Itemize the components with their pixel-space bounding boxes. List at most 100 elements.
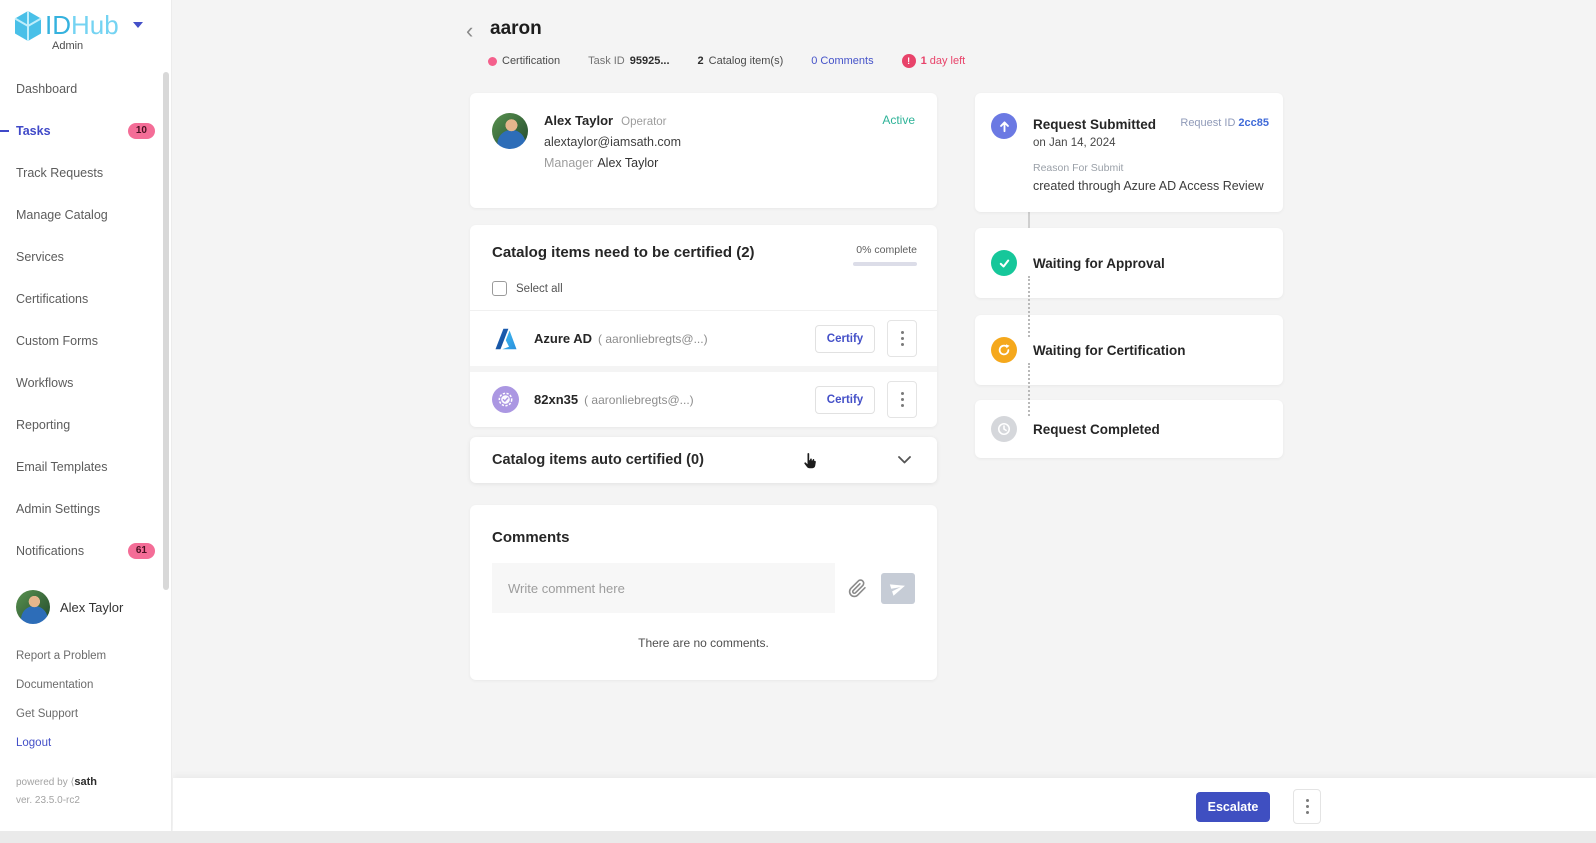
sidebar-item-services[interactable]: Services xyxy=(0,236,171,278)
certify-button[interactable]: Certify xyxy=(815,325,875,353)
logo-wordmark: IDHub xyxy=(45,8,119,42)
catalog-item-name: 82xn35 xyxy=(534,392,578,407)
status-badge: Active xyxy=(882,113,915,170)
task-meta-row: Certification Task ID 95925... 2 Catalog… xyxy=(488,54,965,68)
footer-menu-kebab-icon[interactable] xyxy=(1293,789,1321,824)
comments-section-title: Comments xyxy=(492,529,915,546)
operator-manager: ManagerAlex Taylor xyxy=(544,156,681,170)
chevron-down-icon[interactable] xyxy=(898,456,911,464)
certification-progress: 0% complete xyxy=(853,244,917,266)
item-menu-kebab-icon[interactable] xyxy=(887,381,917,418)
alert-icon: ! xyxy=(902,54,916,68)
sidebar-item-tasks[interactable]: Tasks 10 xyxy=(0,110,171,152)
auto-certified-title: Catalog items auto certified (0) xyxy=(492,452,704,468)
operator-email: alextaylor@iamsath.com xyxy=(544,135,681,149)
logo-dropdown-caret-icon[interactable] xyxy=(133,22,143,28)
catalog-item-account: ( aaronliebregts@...) xyxy=(584,393,694,407)
sidebar-item-track-requests[interactable]: Track Requests xyxy=(0,152,171,194)
report-a-problem-link[interactable]: Report a Problem xyxy=(16,650,106,662)
timeline-step-waiting-certification: Waiting for Certification xyxy=(975,315,1283,385)
escalate-button[interactable]: Escalate xyxy=(1196,792,1270,822)
operator-avatar xyxy=(492,113,528,149)
sidebar-item-reporting[interactable]: Reporting xyxy=(0,404,171,446)
logo-subtitle: Admin xyxy=(52,40,83,52)
sidebar-item-certifications[interactable]: Certifications xyxy=(0,278,171,320)
task-id: Task ID 95925... xyxy=(588,55,669,67)
catalog-item-account: ( aaronliebregts@...) xyxy=(598,332,708,346)
action-footer: Escalate xyxy=(173,778,1596,831)
sidebar-item-manage-catalog[interactable]: Manage Catalog xyxy=(0,194,171,236)
catalog-item-row-azure-ad: Azure AD ( aaronliebregts@...) Certify xyxy=(470,311,937,366)
notifications-count-badge: 61 xyxy=(128,543,155,559)
bottom-strip xyxy=(0,831,1596,843)
powered-by-text: powered by ⟨sath xyxy=(16,776,97,788)
operator-role: Operator xyxy=(621,116,666,128)
comments-count-link[interactable]: 0 Comments xyxy=(811,55,873,67)
logout-link[interactable]: Logout xyxy=(16,737,106,749)
reason-text: created through Azure AD Access Review xyxy=(1033,179,1269,193)
certify-button[interactable]: Certify xyxy=(815,386,875,414)
sidebar-user-profile[interactable]: Alex Taylor xyxy=(16,590,123,624)
operator-card: Alex Taylor Operator alextaylor@iamsath.… xyxy=(470,93,937,208)
certification-dot-icon xyxy=(488,57,497,66)
azure-ad-icon xyxy=(492,325,519,352)
progress-bar xyxy=(853,262,917,266)
get-support-link[interactable]: Get Support xyxy=(16,708,106,720)
timeline-step-title: Waiting for Approval xyxy=(1033,256,1165,271)
catalog-item-name: Azure AD xyxy=(534,331,592,346)
reason-label: Reason For Submit xyxy=(1033,162,1269,174)
version-text: ver. 23.5.0-rc2 xyxy=(16,795,80,806)
catalog-item-count: 2 Catalog item(s) xyxy=(698,55,784,67)
comment-input[interactable] xyxy=(492,563,835,613)
comments-card: Comments There are no comments. xyxy=(470,505,937,680)
timeline-step-request-submitted: Request Submitted Request ID2cc85 on Jan… xyxy=(975,93,1283,212)
page-title: aaron xyxy=(490,18,542,40)
tasks-count-badge: 10 xyxy=(128,123,155,139)
sidebar-item-workflows[interactable]: Workflows xyxy=(0,362,171,404)
back-button[interactable]: ‹ xyxy=(466,20,473,42)
attach-file-paperclip-icon[interactable] xyxy=(848,578,867,599)
user-name: Alex Taylor xyxy=(60,600,123,615)
check-icon xyxy=(991,250,1017,276)
sath-logo: sath xyxy=(74,776,97,788)
no-comments-text: There are no comments. xyxy=(492,636,915,650)
sidebar-item-email-templates[interactable]: Email Templates xyxy=(0,446,171,488)
timeline-connector xyxy=(1028,276,1030,337)
sidebar-item-admin-settings[interactable]: Admin Settings xyxy=(0,488,171,530)
send-plane-icon xyxy=(888,578,908,598)
select-all-label: Select all xyxy=(516,283,563,295)
timeline-step-waiting-approval: Waiting for Approval xyxy=(975,228,1283,298)
timeline-step-date: on Jan 14, 2024 xyxy=(1033,137,1269,149)
arrow-up-icon xyxy=(991,113,1017,139)
sidebar-nav: Dashboard Tasks 10 Track Requests Manage… xyxy=(0,68,171,572)
sidebar-footer-links: Report a Problem Documentation Get Suppo… xyxy=(16,650,106,766)
catalog-items-card: Catalog items need to be certified (2) 0… xyxy=(470,225,937,427)
sidebar-scrollbar[interactable] xyxy=(163,72,169,590)
catalog-section-title: Catalog items need to be certified (2) xyxy=(492,244,755,261)
timeline-step-request-completed: Request Completed xyxy=(975,400,1283,458)
select-all-checkbox[interactable] xyxy=(492,281,507,296)
idhub-hexagon-icon xyxy=(14,10,42,42)
app-logo: IDHub xyxy=(14,8,143,42)
timeline-step-title: Waiting for Certification xyxy=(1033,343,1186,358)
sidebar-item-notifications[interactable]: Notifications 61 xyxy=(0,530,171,572)
user-avatar xyxy=(16,590,50,624)
send-comment-button[interactable] xyxy=(881,573,915,604)
progress-label: 0% complete xyxy=(853,244,917,256)
timeline-step-title: Request Completed xyxy=(1033,422,1160,437)
active-indicator xyxy=(0,130,9,132)
sidebar: IDHub Admin Dashboard Tasks 10 Track Req… xyxy=(0,0,172,831)
item-menu-kebab-icon[interactable] xyxy=(887,320,917,357)
task-type: Certification xyxy=(488,55,560,67)
certified-seal-icon xyxy=(492,386,519,413)
documentation-link[interactable]: Documentation xyxy=(16,679,106,691)
request-id: Request ID2cc85 xyxy=(1180,117,1269,129)
timeline-connector xyxy=(1028,363,1030,416)
catalog-item-row-82xn35: 82xn35 ( aaronliebregts@...) Certify xyxy=(470,372,937,427)
due-warning: ! 1day left xyxy=(902,54,966,68)
sidebar-item-dashboard[interactable]: Dashboard xyxy=(0,68,171,110)
sidebar-item-custom-forms[interactable]: Custom Forms xyxy=(0,320,171,362)
clock-icon xyxy=(991,416,1017,442)
auto-certified-expander[interactable]: Catalog items auto certified (0) xyxy=(470,437,937,483)
operator-name: Alex Taylor xyxy=(544,113,613,128)
